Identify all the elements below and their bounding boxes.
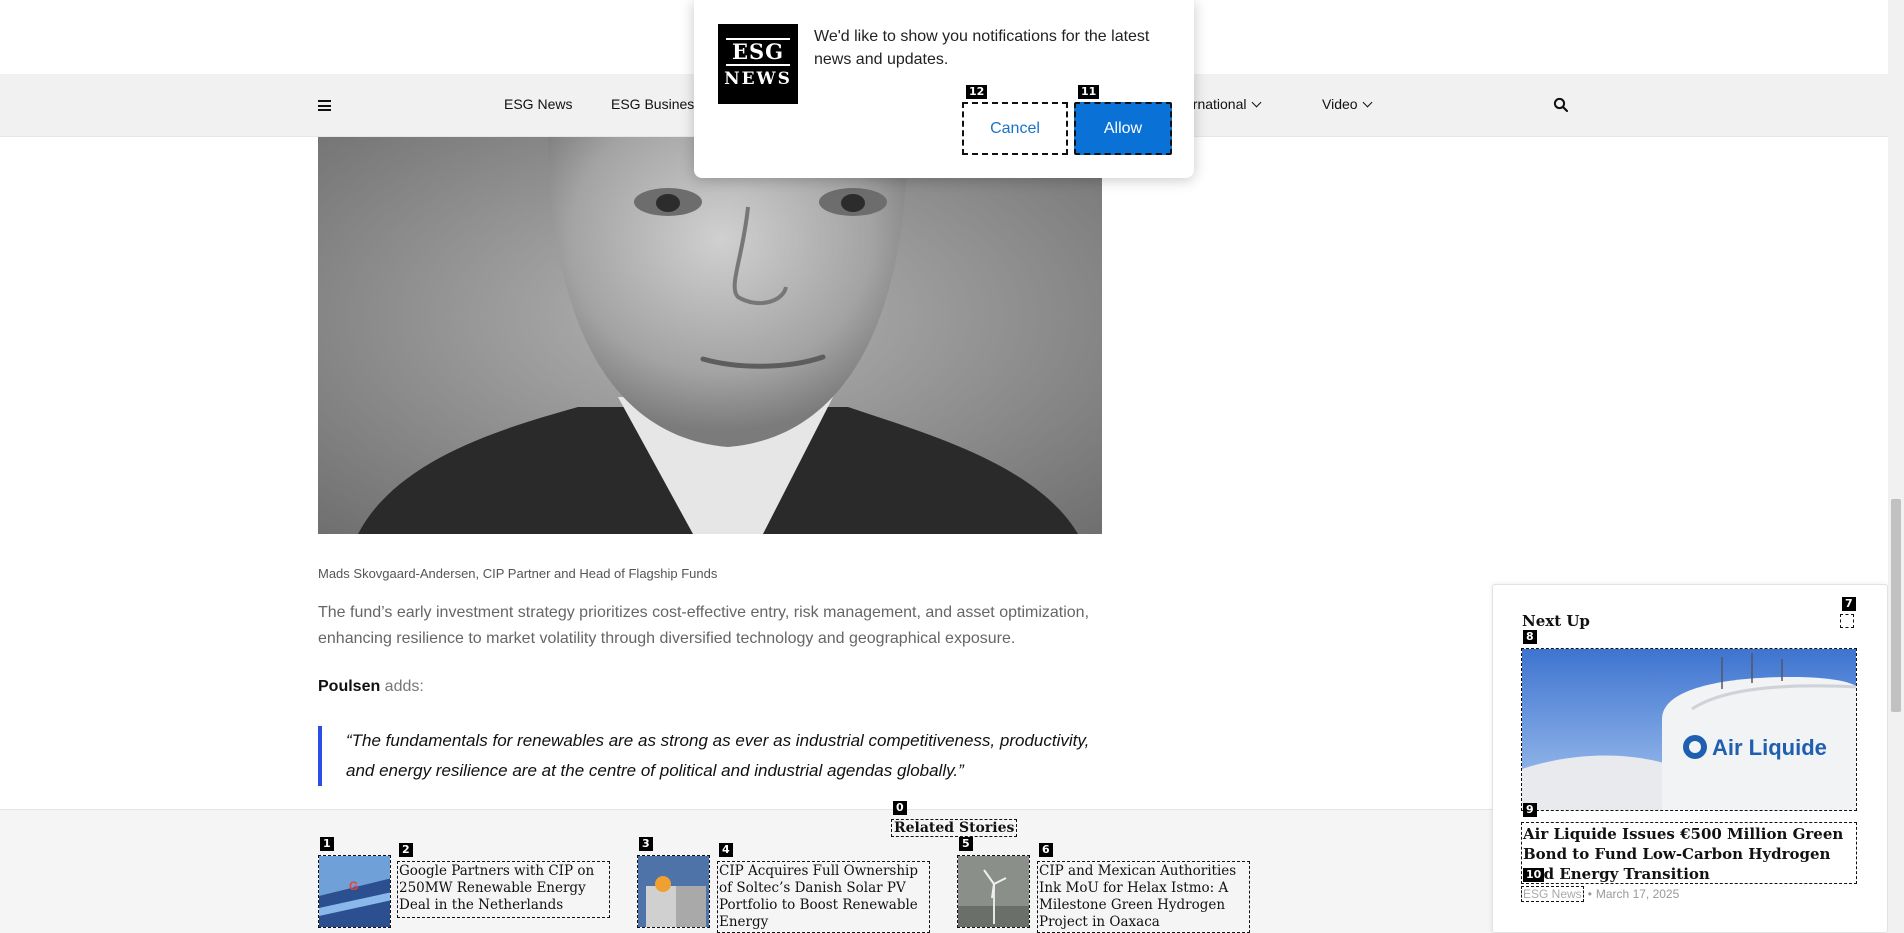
chevron-down-icon	[1362, 97, 1373, 107]
nav-item-label: ESG Business	[611, 96, 702, 112]
esg-news-logo: ESG NEWS	[718, 24, 798, 104]
nav-item-label: Video	[1322, 96, 1358, 112]
tag-label: 9	[1523, 803, 1537, 817]
next-up-heading: Next Up	[1522, 612, 1590, 630]
article-photo	[318, 137, 1102, 534]
vertical-scrollbar[interactable]	[1888, 0, 1904, 933]
nav-item-esg-business[interactable]: ESG Business	[611, 96, 701, 112]
related-story-link[interactable]: CIP Acquires Full Ownership of Soltec’s …	[717, 861, 930, 933]
next-up-meta: ESG News • March 17, 2025	[1521, 886, 1679, 902]
scrollbar-thumb[interactable]	[1891, 499, 1901, 712]
notification-permission-popup: ESG NEWS We'd like to show you notificat…	[694, 0, 1194, 178]
pull-quote: “The fundamentals for renewables are as …	[318, 726, 1108, 786]
photo-caption: Mads Skovgaard-Andersen, CIP Partner and…	[318, 566, 718, 581]
nav-item-esg-news[interactable]: ESG News	[504, 96, 572, 112]
related-thumbnail[interactable]	[957, 855, 1030, 928]
tag-label: 10	[1523, 868, 1545, 882]
meta-separator: •	[1587, 887, 1592, 901]
tag-label: 5	[959, 837, 973, 851]
next-up-image[interactable]: Air Liquide	[1521, 648, 1857, 811]
article-paragraph: The fund’s early investment strategy pri…	[318, 604, 1090, 647]
air-liquide-logo: Air Liquide	[1712, 735, 1827, 760]
related-story-link[interactable]: Google Partners with CIP on 250MW Renewa…	[397, 861, 610, 918]
category-link[interactable]: ESG News	[1521, 886, 1584, 902]
hamburger-icon[interactable]	[318, 100, 331, 111]
tag-label: 4	[719, 843, 733, 857]
nav-item-video[interactable]: Video	[1322, 96, 1373, 112]
allow-button[interactable]: Allow	[1074, 102, 1172, 155]
next-up-headline-link[interactable]: Air Liquide Issues €500 Million Green Bo…	[1521, 822, 1857, 884]
related-story-link[interactable]: CIP and Mexican Authorities Ink MoU for …	[1037, 861, 1250, 933]
logo-line-1: ESG	[726, 38, 790, 66]
publish-date: March 17, 2025	[1595, 887, 1680, 901]
nav-item-international[interactable]: ernational	[1185, 96, 1261, 112]
tag-label: 0	[893, 801, 907, 815]
tag-label: 6	[1039, 843, 1053, 857]
tag-label: 1	[320, 837, 334, 851]
svg-text:G: G	[349, 879, 358, 893]
related-thumbnail[interactable]	[637, 855, 710, 928]
speaker-line: Poulsen adds:	[318, 678, 424, 696]
cancel-button[interactable]: Cancel	[962, 102, 1068, 155]
nav-item-label: ESG News	[504, 96, 573, 112]
speaker-name: Poulsen	[318, 678, 381, 695]
page: ESG News ESG Business ernational Video M…	[0, 0, 1904, 933]
tag-label: 3	[639, 837, 653, 851]
tag-label: 2	[399, 843, 413, 857]
speaker-suffix: adds:	[380, 678, 424, 695]
nav-item-label: ernational	[1185, 96, 1247, 112]
related-thumbnail[interactable]: G	[318, 855, 391, 928]
tag-label: 7	[1842, 597, 1856, 611]
tag-label: 12	[966, 85, 988, 99]
tag-label: 8	[1523, 630, 1537, 644]
search-icon[interactable]	[1553, 97, 1569, 113]
popup-message: We'd like to show you notifications for …	[814, 28, 1150, 68]
tag-label: 11	[1078, 85, 1100, 99]
expand-icon[interactable]	[1840, 614, 1854, 628]
related-stories-title[interactable]: Related Stories	[891, 819, 1018, 837]
chevron-down-icon	[1251, 97, 1261, 107]
logo-line-2: NEWS	[724, 69, 792, 89]
